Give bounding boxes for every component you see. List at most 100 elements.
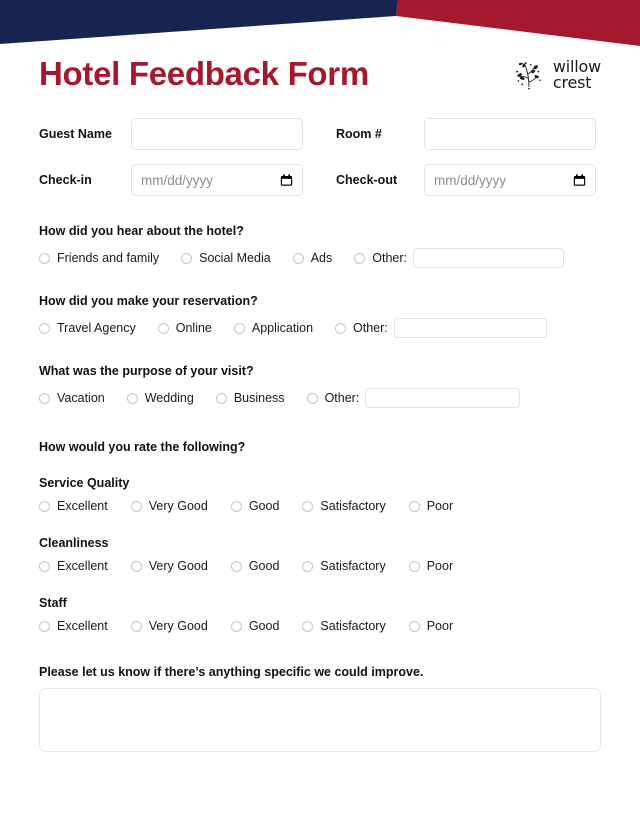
radio-circle-icon[interactable]	[39, 392, 50, 404]
option-label-other: Other:	[324, 391, 360, 405]
calendar-icon[interactable]	[280, 174, 293, 187]
option-label: Satisfactory	[320, 559, 386, 573]
check-in-date-input[interactable]: mm/dd/yyyy	[131, 164, 303, 196]
rating-option-satisfactory[interactable]: Satisfactory	[302, 499, 386, 513]
radio-circle-icon[interactable]	[408, 620, 420, 632]
botanical-sprig-icon	[516, 62, 541, 90]
rating-scale-row: Excellent Very Good Good Satisfactory Po…	[39, 559, 601, 573]
rating-item-label: Service Quality	[39, 476, 130, 490]
option-label-other: Other:	[353, 321, 388, 335]
option-label: Wedding	[144, 391, 194, 405]
header-banner	[0, 0, 640, 50]
radio-option-social-media[interactable]: Social Media	[181, 251, 271, 265]
radio-circle-icon[interactable]	[354, 252, 366, 264]
page-title: Hotel Feedback Form	[39, 55, 369, 92]
radio-circle-icon[interactable]	[39, 252, 50, 264]
radio-circle-icon[interactable]	[230, 560, 242, 572]
radio-option-business[interactable]: Business	[215, 391, 285, 405]
ratings-heading: How would you rate the following?	[39, 440, 246, 454]
radio-circle-icon[interactable]	[181, 252, 193, 264]
rating-option-good[interactable]: Good	[230, 559, 279, 573]
radio-circle-icon[interactable]	[157, 322, 169, 334]
title-row: Hotel Feedback Form willow crest	[0, 52, 640, 108]
question-title: How did you make your reservation?	[39, 294, 258, 308]
radio-option-other[interactable]: Other:	[306, 391, 360, 405]
radio-circle-icon[interactable]	[230, 500, 242, 512]
radio-circle-icon[interactable]	[130, 560, 142, 572]
rating-option-poor[interactable]: Poor	[408, 619, 453, 633]
radio-circle-icon[interactable]	[39, 322, 50, 334]
radio-circle-icon[interactable]	[408, 560, 420, 572]
radio-circle-icon[interactable]	[335, 322, 347, 334]
brand-logo: willow crest	[512, 58, 601, 92]
row-checkin-checkout: Check-in mm/dd/yyyy Check-out mm/dd/yyyy	[0, 164, 640, 196]
other-text-input-hear-about[interactable]	[413, 248, 564, 268]
other-text-input-visit-purpose[interactable]	[365, 388, 521, 408]
option-label: Very Good	[148, 499, 208, 513]
radio-option-ads[interactable]: Ads	[292, 251, 332, 265]
option-label: Social Media	[199, 251, 271, 265]
rating-option-very-good[interactable]: Very Good	[130, 499, 208, 513]
radio-circle-icon[interactable]	[306, 392, 318, 404]
option-label: Very Good	[148, 619, 208, 633]
comments-textarea[interactable]	[39, 688, 601, 752]
radio-option-wedding[interactable]: Wedding	[126, 391, 194, 405]
calendar-icon[interactable]	[573, 174, 586, 187]
radio-circle-icon[interactable]	[39, 560, 50, 572]
radio-circle-icon[interactable]	[302, 620, 314, 632]
option-label: Friends and family	[57, 251, 160, 265]
option-row: Vacation Wedding Business Other:	[39, 388, 601, 408]
check-out-label: Check-out	[336, 173, 398, 187]
radio-circle-icon[interactable]	[230, 620, 242, 632]
rating-option-poor[interactable]: Poor	[408, 499, 454, 513]
rating-option-satisfactory[interactable]: Satisfactory	[302, 619, 386, 633]
option-label-other: Other:	[372, 251, 407, 265]
radio-option-other[interactable]: Other:	[335, 321, 388, 335]
check-in-placeholder: mm/dd/yyyy	[141, 172, 214, 188]
radio-option-travel-agency[interactable]: Travel Agency	[39, 321, 136, 335]
rating-option-excellent[interactable]: Excellent	[39, 499, 108, 513]
rating-option-good[interactable]: Good	[230, 619, 279, 633]
option-label: Poor	[426, 559, 454, 573]
option-label: Very Good	[148, 559, 208, 573]
rating-option-poor[interactable]: Poor	[408, 559, 454, 573]
radio-circle-icon[interactable]	[408, 500, 420, 512]
guest-name-label: Guest Name	[39, 127, 112, 141]
rating-group-cleanliness: Cleanliness Excellent Very Good Good Sat…	[0, 536, 640, 573]
radio-option-online[interactable]: Online	[157, 321, 212, 335]
option-label: Application	[251, 321, 314, 335]
rating-scale-row: Excellent Very Good Good Satisfactory Po…	[39, 619, 601, 633]
option-label: Business	[233, 391, 285, 405]
radio-circle-icon[interactable]	[292, 252, 304, 264]
rating-option-good[interactable]: Good	[230, 499, 279, 513]
radio-circle-icon[interactable]	[215, 392, 227, 404]
rating-option-excellent[interactable]: Excellent	[39, 619, 108, 633]
rating-option-very-good[interactable]: Very Good	[130, 619, 208, 633]
other-text-input-reservation-method[interactable]	[393, 318, 547, 338]
radio-option-application[interactable]: Application	[233, 321, 314, 335]
radio-option-vacation[interactable]: Vacation	[39, 391, 105, 405]
rating-option-satisfactory[interactable]: Satisfactory	[302, 559, 386, 573]
radio-circle-icon[interactable]	[302, 500, 314, 512]
option-label: Satisfactory	[320, 499, 386, 513]
option-label: Excellent	[57, 619, 108, 633]
rating-group-staff: Staff Excellent Very Good Good Satisfact…	[0, 596, 640, 633]
option-label: Poor	[426, 499, 454, 513]
radio-circle-icon[interactable]	[39, 500, 50, 512]
room-number-input[interactable]	[424, 118, 596, 150]
radio-circle-icon[interactable]	[233, 322, 245, 334]
radio-circle-icon[interactable]	[130, 620, 142, 632]
rating-option-very-good[interactable]: Very Good	[130, 559, 208, 573]
check-out-date-input[interactable]: mm/dd/yyyy	[424, 164, 596, 196]
option-row: Travel Agency Online Application Other:	[39, 318, 601, 338]
radio-option-other[interactable]: Other:	[354, 251, 407, 265]
radio-circle-icon[interactable]	[130, 500, 142, 512]
rating-option-excellent[interactable]: Excellent	[39, 559, 108, 573]
guest-name-input[interactable]	[131, 118, 303, 150]
question-visit-purpose: What was the purpose of your visit? Vaca…	[0, 364, 640, 408]
radio-circle-icon[interactable]	[39, 620, 50, 632]
radio-circle-icon[interactable]	[302, 560, 314, 572]
radio-option-friends-and-family[interactable]: Friends and family	[39, 251, 159, 265]
radio-circle-icon[interactable]	[126, 392, 138, 404]
room-number-label: Room #	[336, 127, 382, 141]
